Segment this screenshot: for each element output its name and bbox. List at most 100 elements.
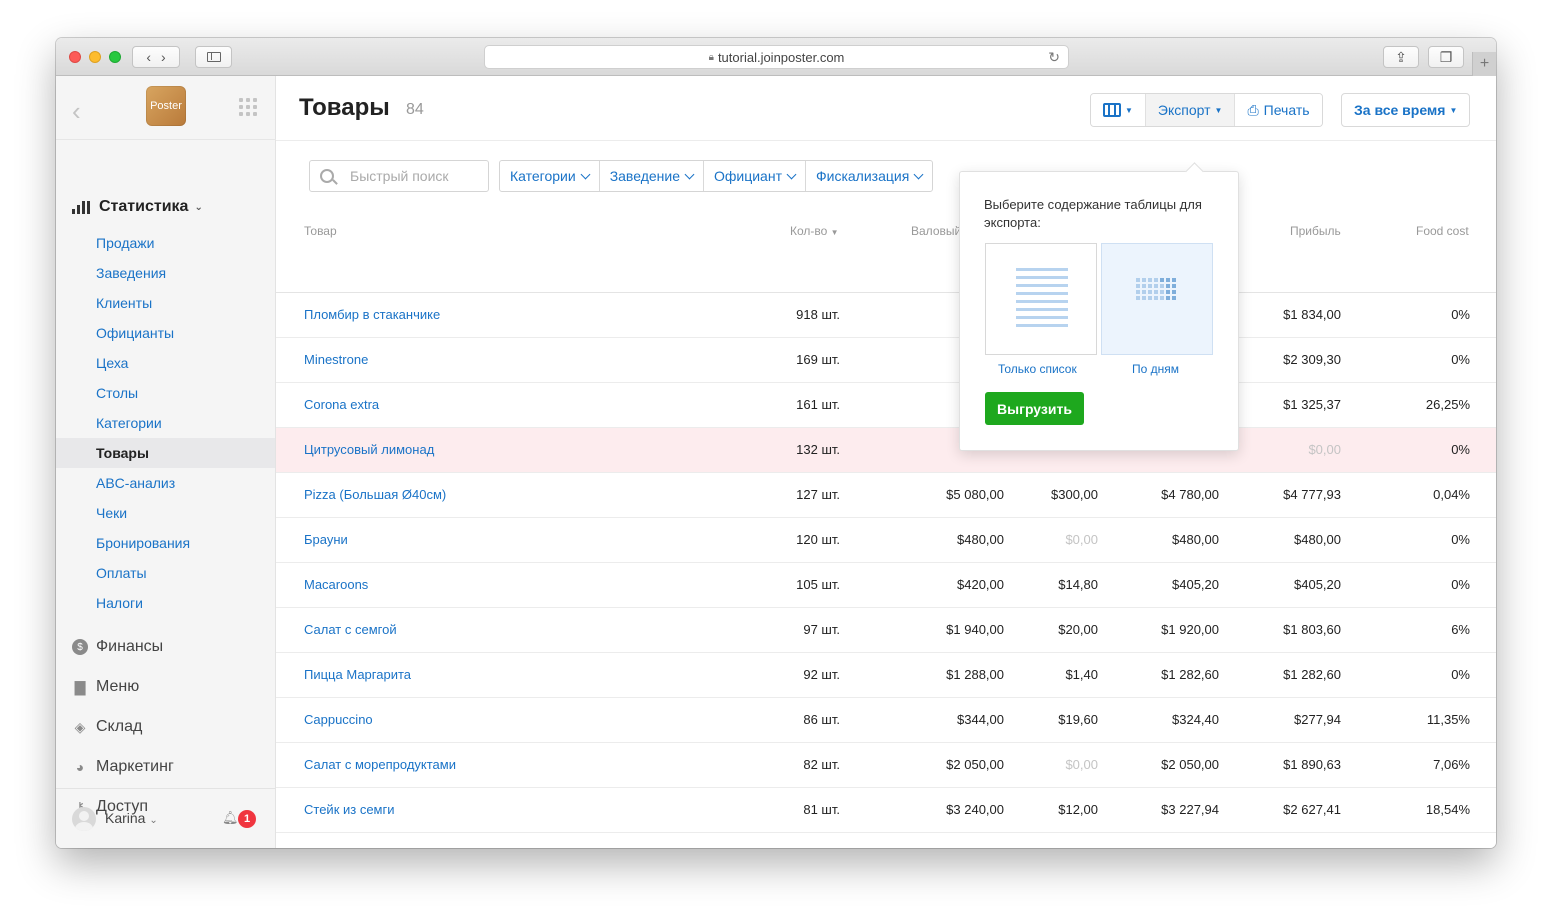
product-link[interactable]: Пломбир в стаканчике bbox=[304, 307, 440, 322]
product-link[interactable]: Pizza (Средняя Ø35см) bbox=[304, 847, 444, 848]
app-logo[interactable]: Poster bbox=[146, 86, 186, 126]
sidebar-item-11[interactable]: Оплаты bbox=[56, 558, 275, 588]
table-row[interactable]: Салат с морепродуктами 82 шт. $2 050,00 $0,… bbox=[276, 743, 1496, 788]
search-icon bbox=[320, 169, 334, 183]
sidebar-item-label: Цеха bbox=[96, 355, 129, 371]
back-forward-buttons[interactable]: ‹ › bbox=[132, 46, 180, 68]
product-link[interactable]: Pizza (Большая Ø40см) bbox=[304, 487, 446, 502]
cell-profit: $405,20 bbox=[1294, 577, 1341, 592]
table-row[interactable]: Cappuccino 86 шт. $344,00 $19,60 $324,40 $277… bbox=[276, 698, 1496, 743]
user-menu[interactable]: Karina ⌄ bbox=[105, 810, 158, 826]
sort-caret-icon: ▼ bbox=[830, 228, 839, 237]
product-link[interactable]: Салат с семгой bbox=[304, 622, 397, 637]
apps-grid-icon[interactable] bbox=[239, 98, 257, 116]
table-row[interactable]: Пломбир в стаканчике918 шт.$1$1 834,000% bbox=[276, 293, 1496, 338]
back-arrow-icon[interactable]: ‹ bbox=[72, 96, 81, 127]
sidebar-item-12[interactable]: Налоги bbox=[56, 588, 275, 618]
table-row[interactable]: Pizza (Большая Ø40см) 127 шт. $5 080,00 $30… bbox=[276, 473, 1496, 518]
sidebar-toggle-button[interactable] bbox=[195, 46, 232, 68]
product-link[interactable]: Брауни bbox=[304, 532, 348, 547]
cell-profit: $0,00 bbox=[1308, 442, 1341, 457]
product-link[interactable]: Стейк из семги bbox=[304, 802, 395, 817]
avatar[interactable] bbox=[72, 807, 96, 831]
reload-icon[interactable]: ↻ bbox=[1048, 49, 1060, 66]
column-header-qty[interactable]: Кол-во ▼ bbox=[790, 224, 839, 238]
bell-icon[interactable]: 🔔︎ bbox=[222, 810, 239, 826]
cell-food-cost: 26,25% bbox=[1425, 397, 1470, 412]
export-label: Экспорт bbox=[1157, 102, 1211, 118]
main-content: Товары 84 ▼ Экспорт ▼ ⎙ Печать За все вр… bbox=[276, 76, 1496, 848]
filter-fiscalization[interactable]: Фискализация bbox=[804, 161, 932, 191]
export-option-days[interactable] bbox=[1101, 243, 1213, 355]
sidebar-main-item-1[interactable]: ▇ Меню bbox=[72, 678, 140, 696]
export-option-list-label[interactable]: Только список bbox=[998, 362, 1077, 376]
sidebar-item-5[interactable]: Столы bbox=[56, 378, 275, 408]
column-header-gross[interactable]: Валовый bbox=[911, 224, 961, 238]
cell-profit: $2 309,30 bbox=[1283, 352, 1341, 367]
sidebar-item-3[interactable]: Официанты bbox=[56, 318, 275, 348]
share-button[interactable]: ⇪ bbox=[1383, 46, 1419, 68]
sidebar-item-0[interactable]: Продажи bbox=[56, 228, 275, 258]
forward-icon[interactable]: › bbox=[161, 49, 166, 65]
filter-venue[interactable]: Заведение bbox=[598, 161, 703, 191]
product-link[interactable]: Цитрусовый лимонад bbox=[304, 442, 434, 457]
sidebar-item-7[interactable]: Товары bbox=[56, 438, 275, 468]
table-row[interactable]: Салат с семгой 97 шт. $1 940,00 $20,00 $1 92… bbox=[276, 608, 1496, 653]
sidebar-item-10[interactable]: Бронирования bbox=[56, 528, 275, 558]
address-bar[interactable]: 🔒︎ tutorial.joinposter.com ↻ bbox=[484, 45, 1069, 69]
cell-discount: $1,40 bbox=[1065, 667, 1098, 682]
table-row[interactable]: Minestrone169 шт.$2$2 309,300% bbox=[276, 338, 1496, 383]
sidebar-item-4[interactable]: Цеха bbox=[56, 348, 275, 378]
sidebar-main-item-label: Меню bbox=[96, 678, 140, 695]
sidebar-item-8[interactable]: ABC-анализ bbox=[56, 468, 275, 498]
sidebar-item-1[interactable]: Заведения bbox=[56, 258, 275, 288]
table-row[interactable]: Pizza (Средняя Ø35см) 45 шт. $1 350,00 $102… bbox=[276, 833, 1496, 848]
filter-categories[interactable]: Категории bbox=[500, 161, 599, 191]
table-row[interactable]: Стейк из семги 81 шт. $3 240,00 $12,00 $3 22… bbox=[276, 788, 1496, 833]
product-link[interactable]: Cappuccino bbox=[304, 712, 373, 727]
export-button[interactable]: Экспорт ▼ bbox=[1144, 94, 1235, 126]
minimize-window-button[interactable] bbox=[89, 51, 101, 63]
columns-button[interactable]: ▼ bbox=[1091, 94, 1145, 126]
sidebar-item-6[interactable]: Категории bbox=[56, 408, 275, 438]
product-link[interactable]: Minestrone bbox=[304, 352, 368, 367]
sidebar-main-item-3[interactable]: ◕ Маркетинг bbox=[72, 758, 174, 776]
logo-text: Poster bbox=[150, 100, 182, 112]
product-link[interactable]: Пицца Маргарита bbox=[304, 667, 411, 682]
calendar-grid-icon bbox=[1136, 278, 1176, 300]
print-button[interactable]: ⎙ Печать bbox=[1234, 94, 1322, 126]
close-window-button[interactable] bbox=[69, 51, 81, 63]
sidebar-divider bbox=[56, 139, 276, 140]
maximize-window-button[interactable] bbox=[109, 51, 121, 63]
filter-waiter[interactable]: Официант bbox=[702, 161, 805, 191]
period-select[interactable]: За все время ▼ bbox=[1341, 93, 1471, 127]
column-header-food-cost[interactable]: Food cost bbox=[1416, 224, 1469, 238]
back-icon[interactable]: ‹ bbox=[146, 49, 151, 65]
sidebar-section-statistics[interactable]: Статистика ⌄ bbox=[72, 198, 203, 216]
table-row[interactable]: Corona extra161 шт.$1$1 325,3726,25% bbox=[276, 383, 1496, 428]
sidebar-main-item-0[interactable]: $ Финансы bbox=[72, 638, 163, 656]
product-link[interactable]: Corona extra bbox=[304, 397, 379, 412]
new-tab-button[interactable]: + bbox=[1472, 52, 1496, 76]
notification-badge[interactable]: 1 bbox=[238, 810, 256, 828]
table-row[interactable]: Цитрусовый лимонад 132 шт. $0,00 0% bbox=[276, 428, 1496, 473]
cell-profit: $480,00 bbox=[1294, 532, 1341, 547]
table-row[interactable]: Брауни 120 шт. $480,00 $0,00 $480,00 $480,00 0… bbox=[276, 518, 1496, 563]
table-row[interactable]: Пицца Маргарита 92 шт. $1 288,00 $1,40 $1 28… bbox=[276, 653, 1496, 698]
sidebar-main-item-2[interactable]: ◈ Склад bbox=[72, 718, 143, 736]
sidebar-item-2[interactable]: Клиенты bbox=[56, 288, 275, 318]
search-input[interactable] bbox=[350, 168, 480, 184]
sidebar-item-9[interactable]: Чеки bbox=[56, 498, 275, 528]
document-icon: ▇ bbox=[74, 678, 86, 695]
table-row[interactable]: Macaroons 105 шт. $420,00 $14,80 $405,20 $405… bbox=[276, 563, 1496, 608]
cell-revenue: $3 227,94 bbox=[1161, 802, 1219, 817]
export-option-list[interactable] bbox=[985, 243, 1097, 355]
export-option-days-label[interactable]: По дням bbox=[1132, 362, 1179, 376]
product-link[interactable]: Салат с морепродуктами bbox=[304, 757, 456, 772]
product-link[interactable]: Macaroons bbox=[304, 577, 368, 592]
export-submit-button[interactable]: Выгрузить bbox=[985, 392, 1084, 425]
column-header-profit[interactable]: Прибыль bbox=[1290, 224, 1341, 238]
tabs-overview-button[interactable]: ❐ bbox=[1428, 46, 1464, 68]
search-box[interactable] bbox=[309, 160, 489, 192]
column-header-product[interactable]: Товар bbox=[304, 224, 337, 238]
